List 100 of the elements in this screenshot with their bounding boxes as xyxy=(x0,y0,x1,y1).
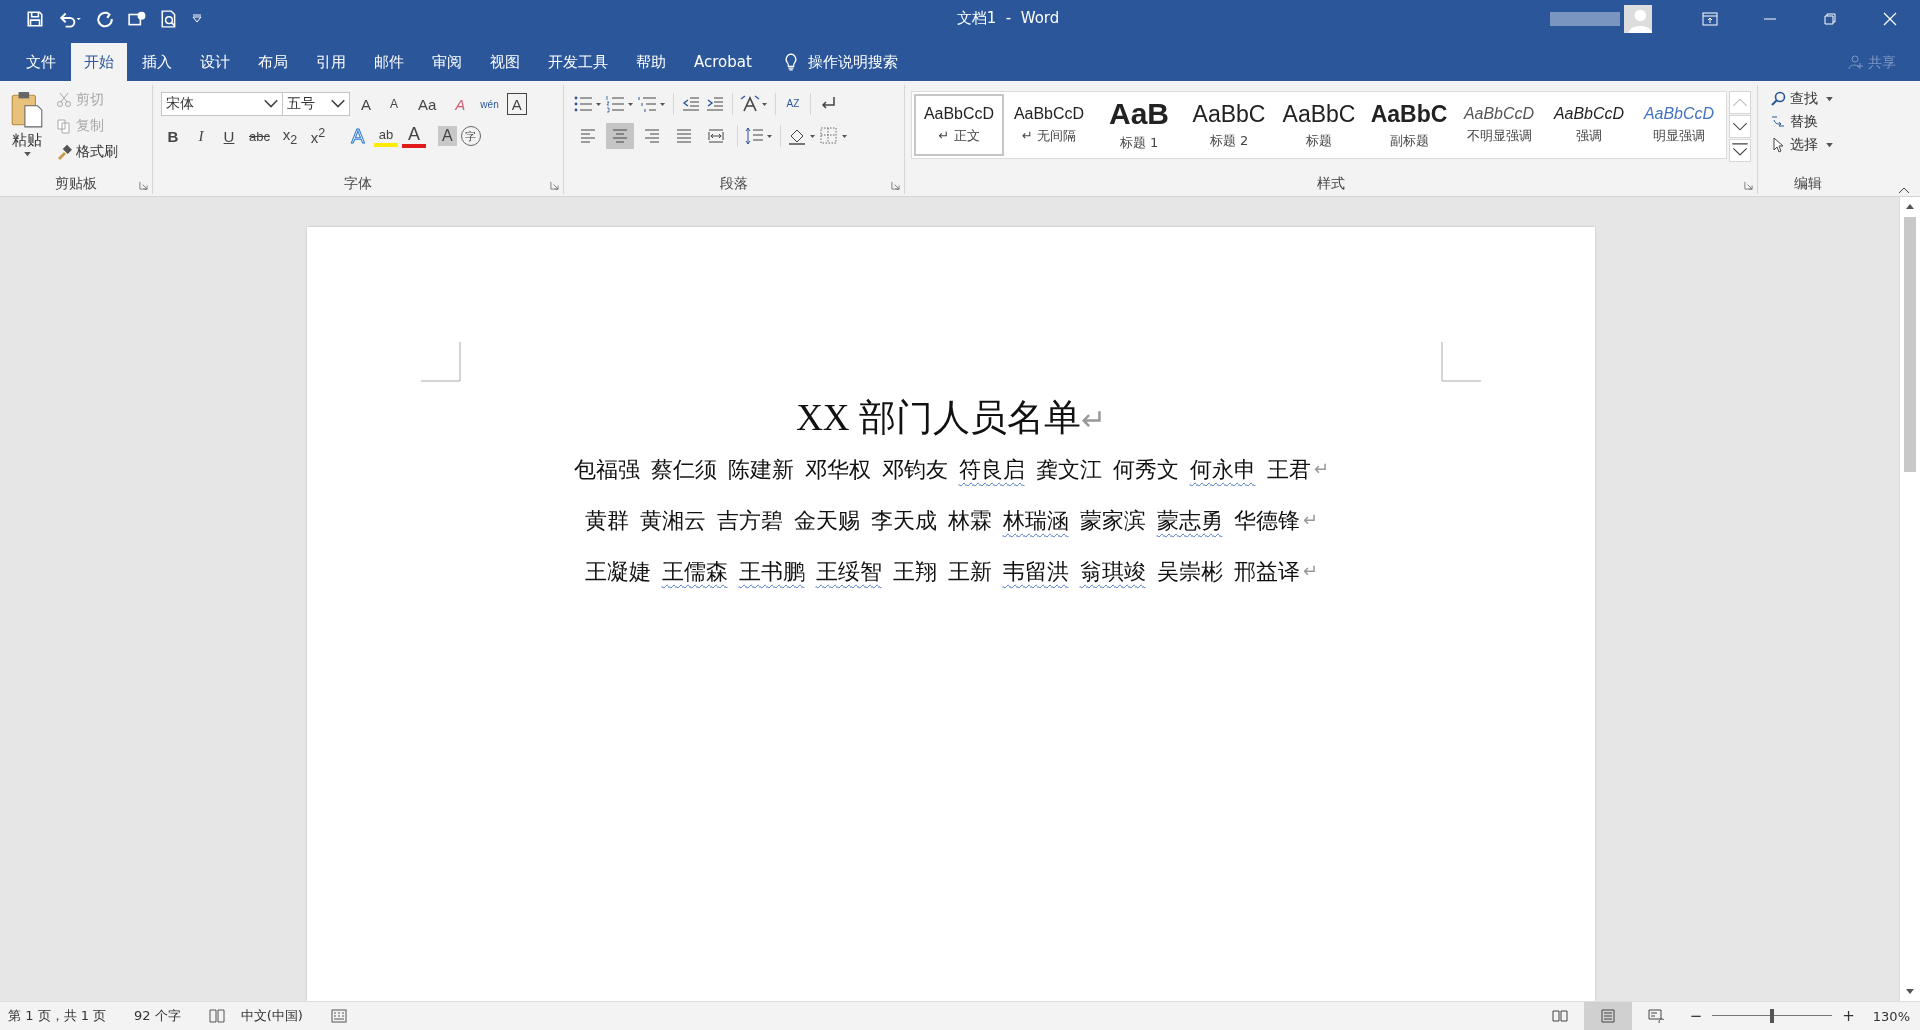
align-icon xyxy=(708,129,724,143)
line-spacing-icon[interactable] xyxy=(745,127,773,145)
redo-icon[interactable] xyxy=(96,9,114,28)
customize-dropdown-icon[interactable] xyxy=(192,13,202,24)
person-add-icon xyxy=(1848,54,1864,70)
avatar-icon[interactable] xyxy=(1624,4,1652,33)
dialog-launcher-icon[interactable] xyxy=(550,181,559,190)
group-label: 样式 xyxy=(1317,175,1345,193)
font-format-button[interactable]: ab xyxy=(373,125,398,147)
font-format-button[interactable]: abc xyxy=(245,123,274,149)
editing-tool[interactable]: 替换 xyxy=(1768,112,1848,132)
clipboard-icon xyxy=(10,91,44,129)
name-list-paragraph: 王凝婕 王儒森 王书鹏 王绥智 王翔 王新 韦留洪 翁琪竣 吴崇彬 邢益译↵ xyxy=(584,557,1318,586)
text-direction-icon[interactable] xyxy=(740,95,768,113)
font-size-field[interactable]: 五号 xyxy=(282,92,350,116)
word-count[interactable]: 92 个字 xyxy=(134,1007,181,1025)
ribbon-tab[interactable]: 文件 xyxy=(13,43,69,81)
scroll-thumb[interactable] xyxy=(1904,217,1916,472)
font-format-button[interactable]: B xyxy=(161,123,185,149)
font-tool-button[interactable]: A xyxy=(382,91,406,117)
proofing-icon[interactable] xyxy=(208,1009,225,1023)
scroll-down-icon[interactable] xyxy=(1729,115,1751,138)
ribbon-tab[interactable]: 插入 xyxy=(129,43,185,81)
ribbon-tab[interactable]: 邮件 xyxy=(361,43,417,81)
decrease-indent-icon[interactable] xyxy=(681,95,701,113)
save-icon[interactable] xyxy=(26,9,44,28)
font-format-button[interactable]: A xyxy=(437,126,457,146)
font-name-field[interactable]: 宋体 xyxy=(161,92,283,116)
group-label: 剪贴板 xyxy=(55,175,97,193)
zoom-out-button[interactable]: − xyxy=(1689,1007,1703,1025)
page-count[interactable]: 第 1 页，共 1 页 xyxy=(8,1007,107,1025)
dialog-launcher-icon[interactable] xyxy=(891,181,900,190)
language-indicator[interactable]: 中文(中国) xyxy=(240,1007,303,1025)
alignment-button[interactable] xyxy=(606,123,634,149)
clipboard-tool[interactable]: 格式刷 xyxy=(54,141,120,163)
lightbulb-icon[interactable] xyxy=(783,52,798,72)
style-item[interactable]: AaBbCcD ↵ 正文 xyxy=(914,94,1004,156)
ribbon-tab[interactable]: Acrobat xyxy=(681,43,765,81)
view-mode-icon xyxy=(1599,1009,1616,1023)
scissors-icon xyxy=(56,92,72,108)
collapse-ribbon-icon[interactable] xyxy=(1898,186,1910,194)
paste-button[interactable]: 粘贴 xyxy=(6,89,48,174)
group-label: 编辑 xyxy=(1794,175,1822,193)
font-tool-button[interactable]: Aa xyxy=(414,91,441,117)
view-mode-button[interactable] xyxy=(1583,1002,1632,1030)
bullets-icon[interactable] xyxy=(574,95,602,113)
pointer-icon xyxy=(1770,137,1786,153)
scroll-down-icon[interactable] xyxy=(1905,986,1915,996)
view-mode-icon xyxy=(1551,1009,1568,1023)
numbering-icon[interactable] xyxy=(606,95,634,113)
scroll-up-icon[interactable] xyxy=(1905,202,1915,212)
font-tool-button[interactable]: A xyxy=(506,93,527,115)
editing-tool[interactable]: 选择 xyxy=(1768,135,1848,155)
font-format-button[interactable]: x$^{2}$ xyxy=(305,123,330,149)
multilevel-list-icon[interactable] xyxy=(638,95,666,113)
copy-icon xyxy=(56,118,72,134)
crop-mark-icon xyxy=(421,342,461,382)
align-icon xyxy=(676,129,692,143)
paint-bucket-icon[interactable] xyxy=(788,127,816,145)
ribbon-tab[interactable]: 设计 xyxy=(187,43,243,81)
window-title: 文档1 - Word xyxy=(955,9,1061,28)
name-list-paragraph: 包福强 蔡仁须 陈建新 邓华权 邓钧友 符良启 龚文江 何秀文 何永申 王君↵ xyxy=(573,455,1329,484)
group-label: 字体 xyxy=(344,175,372,193)
dialog-launcher-icon[interactable] xyxy=(139,181,148,190)
ribbon-tab[interactable]: 引用 xyxy=(303,43,359,81)
align-icon xyxy=(612,129,628,143)
font-tool-button[interactable]: wén xyxy=(476,91,503,117)
name-list-paragraph: 黄群 黄湘云 吉方碧 金天赐 李天成 林霖 林瑞涵 蒙家滨 蒙志勇 华德锋↵ xyxy=(584,506,1318,535)
replace-arrow-icon xyxy=(1770,114,1786,130)
ribbon-tab[interactable]: 帮助 xyxy=(623,43,679,81)
print-preview-icon[interactable] xyxy=(160,9,178,28)
more-styles-icon[interactable] xyxy=(1729,139,1751,162)
zoom-in-button[interactable]: + xyxy=(1842,1007,1855,1025)
ribbon-tab[interactable]: 视图 xyxy=(477,43,533,81)
font-format-button[interactable]: U xyxy=(217,123,241,149)
search-icon xyxy=(1770,91,1786,107)
macro-icon[interactable] xyxy=(330,1009,347,1023)
view-mode-icon xyxy=(1647,1009,1664,1023)
zoom-slider[interactable] xyxy=(1712,1009,1833,1023)
crop-mark-icon xyxy=(1441,342,1481,382)
zoom-level[interactable]: 130% xyxy=(1872,1008,1910,1024)
editing-tool[interactable]: 查找 xyxy=(1768,89,1848,109)
ribbon-tab[interactable]: 开始 xyxy=(71,43,127,81)
align-icon xyxy=(644,129,660,143)
increase-indent-icon[interactable] xyxy=(705,95,725,113)
font-format-button[interactable]: I xyxy=(189,123,213,149)
vertical-scrollbar[interactable] xyxy=(1899,197,1920,1001)
dialog-launcher-icon[interactable] xyxy=(1744,181,1753,190)
chevron-down-icon xyxy=(330,99,346,109)
touch-mode-icon[interactable] xyxy=(128,9,146,28)
align-icon xyxy=(580,129,596,143)
tell-me-search[interactable]: 操作说明搜索 xyxy=(807,43,898,81)
sort-button[interactable]: AZ xyxy=(783,99,803,109)
font-format-button[interactable]: A xyxy=(401,124,426,148)
caret-icon xyxy=(23,152,31,157)
ribbon-tab[interactable]: 布局 xyxy=(245,43,301,81)
font-tool-button[interactable]: A xyxy=(354,91,378,117)
ribbon-tab[interactable]: 开发工具 xyxy=(535,43,621,81)
font-format-button[interactable]: x$_{2}$ xyxy=(277,123,302,149)
ribbon-tab[interactable]: 审阅 xyxy=(419,43,475,81)
